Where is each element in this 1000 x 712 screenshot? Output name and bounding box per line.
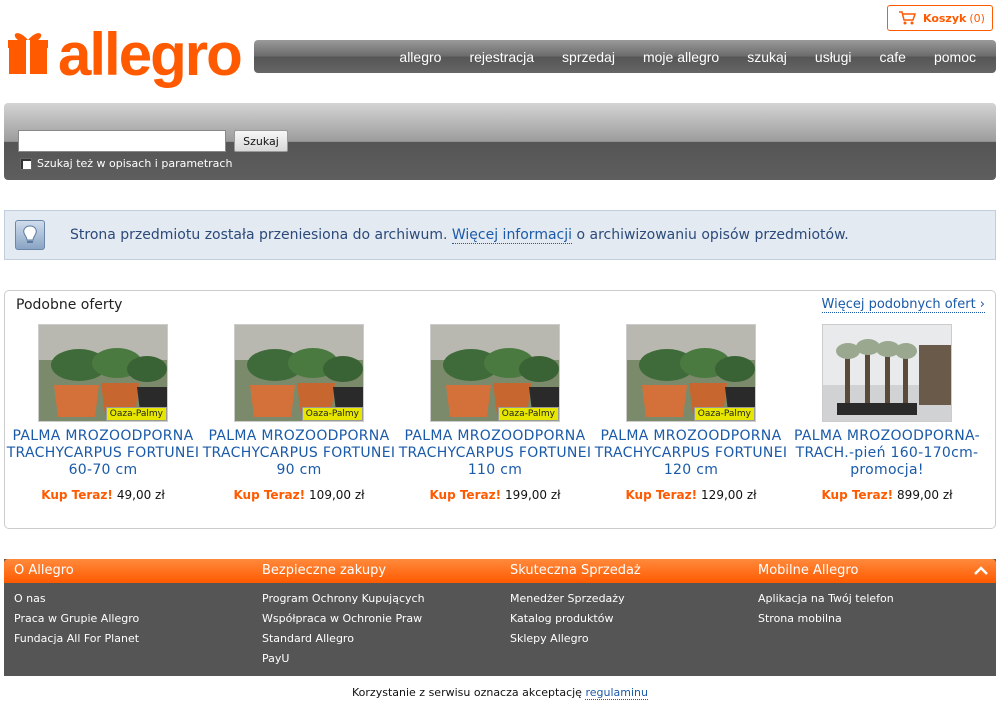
search-button[interactable]: Szukaj [234, 130, 288, 152]
cart-icon [899, 11, 916, 25]
gift-icon [8, 33, 48, 74]
offer-card[interactable]: Oaza-Palmy PALMA MROZOODPORNA TRACHYCARP… [5, 324, 201, 502]
cart-button[interactable]: Koszyk (0) [887, 5, 993, 31]
logo-text: allegro [58, 21, 243, 88]
footer-link[interactable]: Aplikacja na Twój telefon [758, 592, 988, 612]
similar-offers-title: Podobne oferty [16, 297, 123, 313]
nav-uslugi[interactable]: usługi [801, 49, 866, 65]
footer-link[interactable]: Praca w Grupie Allegro [14, 612, 244, 632]
archive-notice-after: o archiwizowaniu opisów przedmiotów. [576, 227, 849, 243]
search-bar: Szukaj Szukaj też w opisach i parametrac… [4, 103, 996, 180]
footer: O Allegro O nas Praca w Grupie Allegro F… [4, 559, 996, 676]
footer-column-about: O Allegro O nas Praca w Grupie Allegro F… [4, 559, 244, 652]
offer-name[interactable]: PALMA MROZOODPORNA TRACHYCARPUS FORTUNEI… [5, 428, 201, 479]
footer-link[interactable]: Program Ochrony Kupujących [262, 592, 492, 612]
offer-card[interactable]: PALMA MROZOODPORNA-TRACH.-pień 160-170cm… [789, 324, 985, 502]
offer-price-value: 199,00 zł [505, 488, 561, 502]
archive-notice: Strona przedmiotu została przeniesiona d… [4, 210, 996, 260]
offer-badge: Oaza-Palmy [693, 407, 755, 421]
nav-szukaj[interactable]: szukaj [733, 49, 801, 65]
nav-cafe[interactable]: cafe [866, 49, 920, 65]
offer-image[interactable] [822, 324, 952, 422]
footer-link[interactable]: Menedżer Sprzedaży [510, 592, 740, 612]
more-info-link[interactable]: Więcej informacji [451, 227, 573, 244]
lightbulb-icon [15, 220, 45, 250]
search-descriptions-checkbox[interactable] [20, 157, 32, 170]
offer-name[interactable]: PALMA MROZOODPORNA-TRACH.-pień 160-170cm… [789, 428, 985, 479]
footer-link[interactable]: Standard Allegro [262, 632, 492, 652]
offer-price-value: 899,00 zł [897, 488, 953, 502]
nav-sprzedaj[interactable]: sprzedaj [548, 49, 629, 65]
terms-link[interactable]: regulaminu [585, 686, 648, 700]
offer-image[interactable]: Oaza-Palmy [430, 324, 560, 422]
offer-image[interactable]: Oaza-Palmy [234, 324, 364, 422]
offer-card[interactable]: Oaza-Palmy PALMA MROZOODPORNA TRACHYCARP… [593, 324, 789, 502]
footer-link[interactable]: O nas [14, 592, 244, 612]
footer-link[interactable]: Współpraca w Ochronie Praw [262, 612, 492, 632]
cart-label: Koszyk [923, 11, 967, 25]
footer-link[interactable]: Sklepy Allegro [510, 632, 740, 652]
terms-text: Korzystanie z serwisu oznacza akceptację [352, 686, 582, 699]
offer-price: Kup Teraz! 199,00 zł [397, 488, 593, 502]
offer-price: Kup Teraz! 109,00 zł [201, 488, 397, 502]
offer-badge: Oaza-Palmy [497, 407, 559, 421]
archive-notice-before: Strona przedmiotu została przeniesiona d… [70, 227, 448, 243]
footer-column-mobile: Mobilne Allegro Aplikacja na Twój telefo… [748, 559, 988, 632]
buy-now-label: Kup Teraz! [41, 488, 113, 502]
offer-image[interactable]: Oaza-Palmy [626, 324, 756, 422]
allegro-logo[interactable]: allegro [8, 21, 243, 90]
buy-now-label: Kup Teraz! [821, 488, 894, 502]
footer-column-title: Bezpieczne zakupy [262, 563, 387, 578]
offer-badge: Oaza-Palmy [301, 407, 363, 421]
footer-column-title: O Allegro [14, 563, 74, 578]
similar-offers: Podobne oferty Więcej podobnych ofert › … [4, 290, 996, 529]
footer-column-title: Mobilne Allegro [758, 563, 859, 578]
terms-notice: Korzystanie z serwisu oznacza akceptację… [0, 686, 1000, 700]
offer-name[interactable]: PALMA MROZOODPORNA TRACHYCARPUS FORTUNEI… [397, 428, 593, 479]
offer-badge: Oaza-Palmy [105, 407, 167, 421]
buy-now-label: Kup Teraz! [429, 488, 502, 502]
buy-now-label: Kup Teraz! [625, 488, 698, 502]
cart-count: (0) [969, 11, 985, 25]
footer-link[interactable]: Katalog produktów [510, 612, 740, 632]
offer-price-value: 129,00 zł [701, 488, 757, 502]
footer-column-selling: Skuteczna Sprzedaż Menedżer Sprzedaży Ka… [500, 559, 740, 652]
offer-price: Kup Teraz! 49,00 zł [5, 488, 201, 502]
offer-image[interactable]: Oaza-Palmy [38, 324, 168, 422]
footer-link[interactable]: PayU [262, 652, 492, 672]
offer-name[interactable]: PALMA MROZOODPORNA TRACHYCARPUS FORTUNEI… [201, 428, 397, 479]
search-descriptions-label: Szukaj też w opisach i parametrach [37, 157, 233, 170]
footer-link[interactable]: Fundacja All For Planet [14, 632, 244, 652]
offer-name[interactable]: PALMA MROZOODPORNA TRACHYCARPUS FORTUNEI… [593, 428, 789, 479]
offer-price: Kup Teraz! 899,00 zł [789, 488, 985, 502]
offer-price: Kup Teraz! 129,00 zł [593, 488, 789, 502]
nav-pomoc[interactable]: pomoc [920, 49, 990, 65]
offer-card[interactable]: Oaza-Palmy PALMA MROZOODPORNA TRACHYCARP… [201, 324, 397, 502]
archive-notice-text: Strona przedmiotu została przeniesiona d… [70, 227, 849, 244]
offer-card[interactable]: Oaza-Palmy PALMA MROZOODPORNA TRACHYCARP… [397, 324, 593, 502]
offer-price-value: 109,00 zł [309, 488, 365, 502]
footer-column-title: Skuteczna Sprzedaż [510, 563, 641, 578]
offer-price-value: 49,00 zł [116, 488, 165, 502]
footer-column-safe-shopping: Bezpieczne zakupy Program Ochrony Kupują… [252, 559, 492, 672]
search-input[interactable] [18, 130, 226, 152]
nav-allegro[interactable]: allegro [385, 49, 455, 65]
more-similar-link[interactable]: Więcej podobnych ofert › [821, 297, 985, 313]
nav-rejestracja[interactable]: rejestracja [455, 49, 548, 65]
footer-link[interactable]: Strona mobilna [758, 612, 988, 632]
main-nav: allegro rejestracja sprzedaj moje allegr… [254, 40, 996, 73]
nav-moje-allegro[interactable]: moje allegro [629, 49, 733, 65]
buy-now-label: Kup Teraz! [233, 488, 306, 502]
search-descriptions-option[interactable]: Szukaj też w opisach i parametrach [20, 157, 232, 170]
